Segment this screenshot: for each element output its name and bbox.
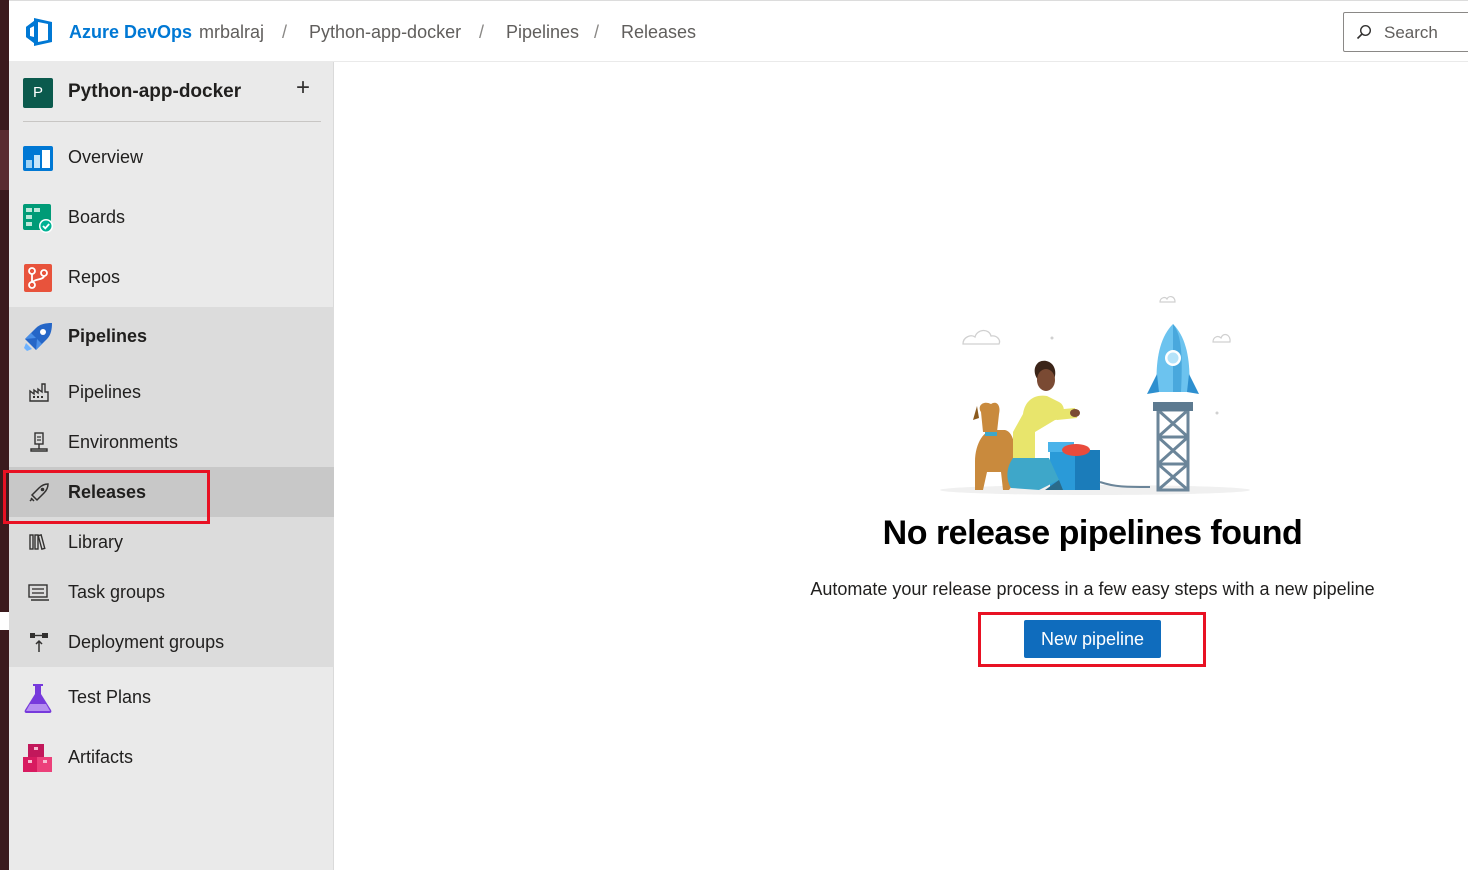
pipelines-sub-icon [29,383,49,402]
repos-icon [24,264,52,292]
deployment-groups-icon [30,633,48,652]
search-icon [1356,24,1372,40]
sidebar-subitem-environments[interactable]: Environments [9,417,334,467]
brand-link[interactable]: Azure DevOps [69,22,192,43]
sidebar-item-label: Test Plans [68,687,152,707]
sidebar-subitem-label: Task groups [68,582,166,602]
search-placeholder: Search [1384,23,1438,42]
library-icon [29,533,46,551]
sidebar-item-artifacts[interactable]: Artifacts [9,728,334,788]
empty-state-title: No release pipelines found [882,514,1303,552]
project-header[interactable]: P Python-app-docker + [9,62,334,122]
task-groups-icon [28,584,49,601]
sidebar-item-label: Artifacts [68,747,134,767]
sidebar-subitem-library[interactable]: Library [9,517,334,567]
artifacts-icon [23,744,52,772]
sidebar-item-pipelines[interactable]: Pipelines [9,307,334,367]
sidebar-subitem-pipelines[interactable]: Pipelines [9,367,334,417]
window-edge [0,0,9,870]
sidebar-subitem-label: Deployment groups [68,632,225,652]
sidebar-item-overview[interactable]: Overview [9,128,334,188]
boards-icon [23,204,53,233]
breadcrumb-separator: / [479,22,485,42]
test-plans-icon [24,684,52,713]
sidebar-item-repos[interactable]: Repos [9,248,334,308]
azure-devops-logo-icon[interactable] [24,18,54,46]
breadcrumb-project[interactable]: Python-app-docker [309,22,461,43]
breadcrumb-releases[interactable]: Releases [621,22,696,43]
project-name[interactable]: Python-app-docker [68,81,241,103]
window-edge-marker [0,612,9,630]
releases-highlight-box [3,470,210,524]
sidebar-subitem-label: Environments [68,432,179,452]
breadcrumb-org[interactable]: mrbalraj [199,22,264,43]
pipelines-icon [24,323,52,351]
sidebar-subitem-deployment-groups[interactable]: Deployment groups [9,617,334,667]
sidebar-item-test-plans[interactable]: Test Plans [9,668,334,728]
project-avatar: P [23,78,53,108]
breadcrumb-pipelines[interactable]: Pipelines [506,22,579,43]
sidebar-item-label: Repos [68,267,121,287]
search-input[interactable]: Search [1343,12,1468,52]
sidebar-item-label: Boards [68,207,126,227]
sidebar-subitem-task-groups[interactable]: Task groups [9,567,334,617]
overview-icon [23,146,53,171]
rocket-launch-illustration [940,296,1250,495]
sidebar-item-label: Overview [68,147,144,167]
new-pipeline-highlight-box [978,612,1206,667]
main-content: No release pipelines found Automate your… [335,62,1468,870]
environments-icon [30,432,48,452]
add-button[interactable]: + [291,76,315,100]
sidebar: P Python-app-docker + Overview Boards Re… [9,62,334,870]
sidebar-subitem-label: Pipelines [68,382,142,402]
breadcrumb-separator: / [594,22,600,42]
sidebar-item-label: Pipelines [68,326,148,346]
window-edge-highlight [0,130,9,190]
top-bar: Azure DevOps mrbalraj / Python-app-docke… [9,0,1468,62]
breadcrumb-separator: / [282,22,288,42]
sidebar-item-boards[interactable]: Boards [9,188,334,248]
sidebar-subitem-label: Library [68,532,124,552]
divider [23,121,321,122]
empty-state-description: Automate your release process in a few e… [810,579,1375,599]
